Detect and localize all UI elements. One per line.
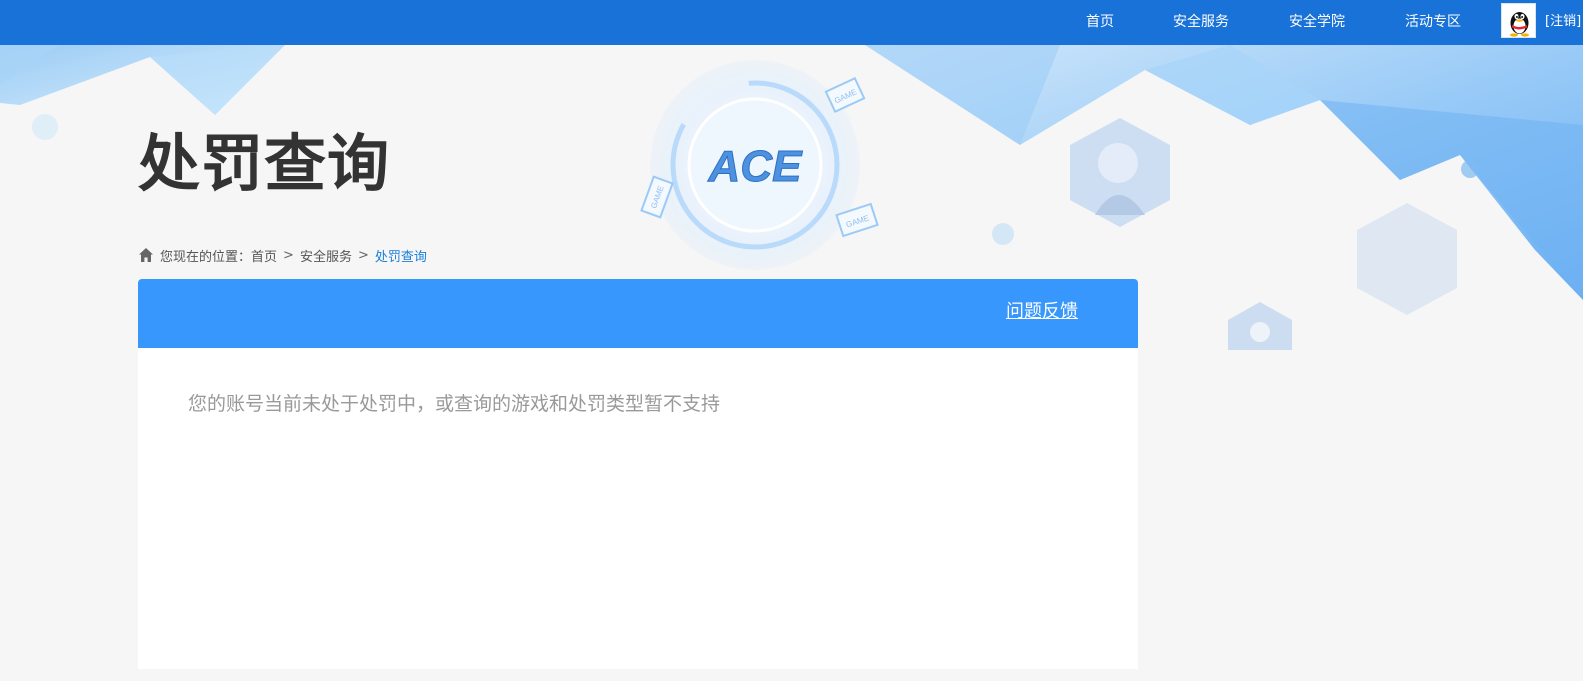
home-icon (139, 248, 153, 262)
right-polygon-shards (865, 45, 1583, 300)
page: 首页 安全服务 安全学院 活动专区 [注销] ACE GAME GAME GAM… (0, 0, 1583, 681)
nav-item-security-service[interactable]: 安全服务 (1173, 12, 1229, 32)
panel-header: 问题反馈 (138, 279, 1138, 348)
breadcrumb-current: 处罚查询 (374, 249, 427, 265)
page-title: 处罚查询 (138, 127, 391, 200)
breadcrumb: 您现在的位置： 首页 > 安全服务 > 处罚查询 (138, 245, 427, 265)
qq-penguin-icon (1510, 12, 1529, 37)
result-panel: 问题反馈 您的账号当前未处于处罚中，或查询的游戏和处罚类型暂不支持 (138, 279, 1138, 669)
breadcrumb-separator: > (357, 247, 369, 263)
svg-text:ACE: ACE (708, 142, 804, 191)
panel-body: 您的账号当前未处于处罚中，或查询的游戏和处罚类型暂不支持 (138, 348, 1138, 669)
nav-item-events[interactable]: 活动专区 (1405, 12, 1461, 32)
result-message: 您的账号当前未处于处罚中，或查询的游戏和处罚类型暂不支持 (188, 393, 721, 415)
ace-emblem: ACE GAME GAME GAME (640, 60, 879, 270)
nav-item-security-academy[interactable]: 安全学院 (1289, 12, 1345, 32)
breadcrumb-separator: > (283, 247, 294, 263)
feedback-link[interactable]: 问题反馈 (1006, 299, 1078, 325)
avatar[interactable] (1501, 3, 1536, 38)
top-nav-bar: 首页 安全服务 安全学院 活动专区 [注销] (0, 0, 1583, 45)
logout-link[interactable]: [注销] (1545, 12, 1581, 32)
breadcrumb-home[interactable]: 首页 (251, 246, 277, 265)
breadcrumb-security-service[interactable]: 安全服务 (300, 246, 352, 265)
nav-item-home[interactable]: 首页 (1086, 12, 1114, 32)
breadcrumb-prefix: 您现在的位置： (160, 249, 252, 265)
